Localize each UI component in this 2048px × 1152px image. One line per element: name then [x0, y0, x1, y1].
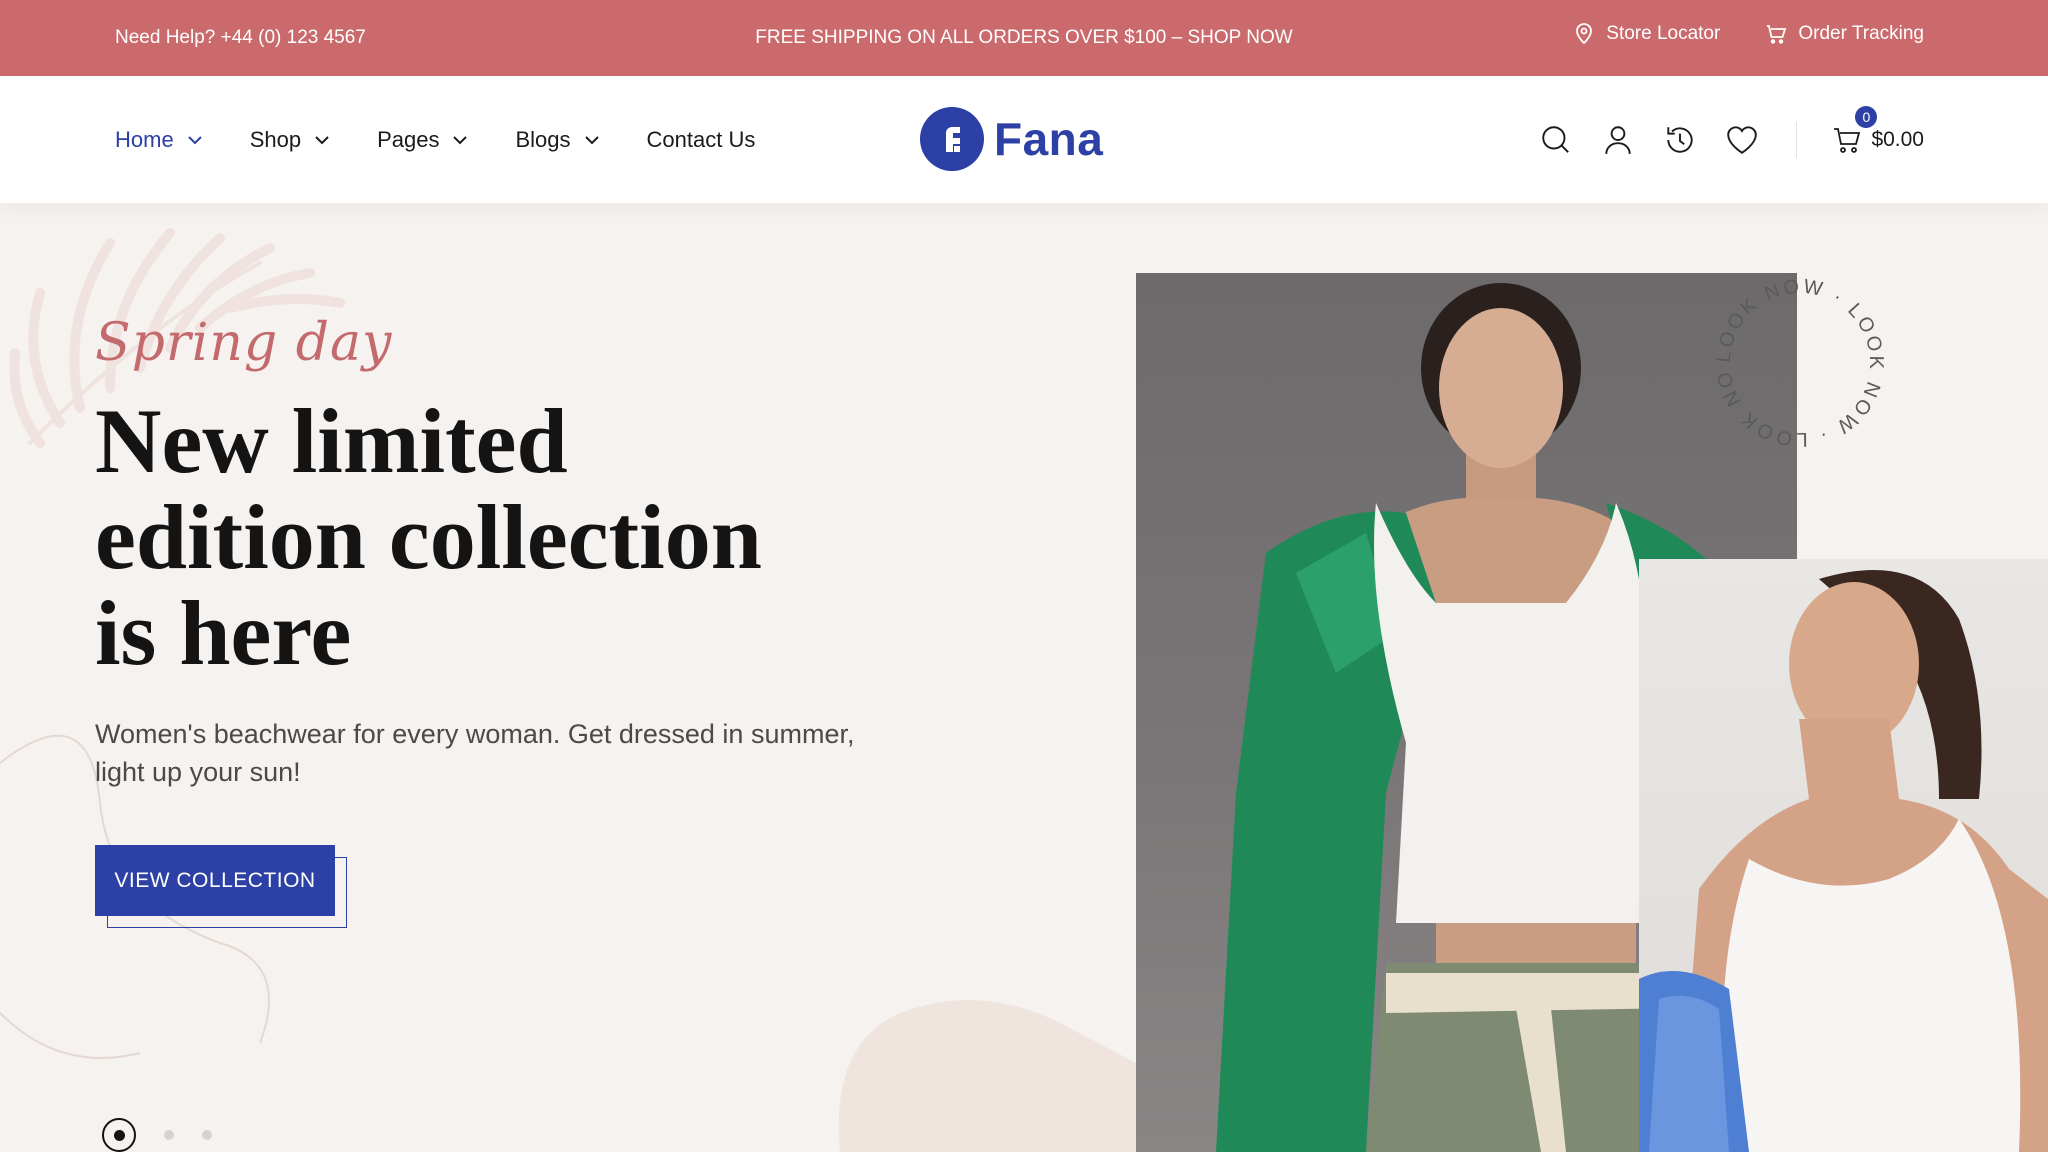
- slide-dot-2[interactable]: [164, 1130, 174, 1140]
- search-icon: [1542, 125, 1570, 153]
- location-pin-icon: [1576, 23, 1593, 45]
- slider-pagination: [102, 1118, 212, 1152]
- look-now-circular-text[interactable]: LOOK NOW · LOOK NOW · LOOK NOW ·: [1700, 263, 1900, 463]
- nav-blogs-label: Blogs: [515, 126, 571, 152]
- nav-pages-label: Pages: [377, 126, 440, 152]
- nav-contact-label: Contact Us: [646, 126, 756, 152]
- nav-blogs[interactable]: Blogs: [515, 127, 600, 153]
- headline-line-3: is here: [95, 582, 352, 684]
- header-divider: [1796, 121, 1798, 158]
- nav-shop[interactable]: Shop: [250, 127, 331, 153]
- nav-pages[interactable]: Pages: [377, 127, 469, 153]
- chevron-down-icon: [453, 135, 468, 144]
- cart-count-badge: 0: [1855, 105, 1878, 128]
- order-tracking-label: Order Tracking: [1798, 23, 1924, 44]
- chevron-down-icon: [315, 135, 329, 144]
- hero-slider: Spring day New limited edition collectio…: [0, 203, 2048, 1152]
- order-tracking-link[interactable]: Order Tracking: [1764, 22, 1924, 46]
- heart-icon: [1727, 125, 1758, 154]
- search-button[interactable]: [1538, 122, 1574, 158]
- cart-total: $0.00: [1871, 127, 1924, 151]
- chevron-down-icon: [584, 135, 599, 144]
- cart-icon: [1834, 127, 1861, 153]
- top-links: Store Locator Order Tracking: [1572, 22, 1924, 46]
- header-actions: 0 $0.00: [1512, 76, 1924, 203]
- site-logo[interactable]: Fana: [920, 107, 1103, 171]
- hero-headline: New limited edition collection is here: [95, 393, 855, 681]
- headline-line-2: edition collection: [95, 486, 762, 588]
- hero-script-tagline: Spring day: [95, 313, 393, 373]
- wishlist-button[interactable]: [1724, 122, 1760, 158]
- help-phone[interactable]: Need Help? +44 (0) 123 4567: [115, 27, 366, 49]
- account-button[interactable]: [1600, 122, 1636, 158]
- model-white-tank-illustration: [1639, 570, 2048, 1152]
- store-locator-label: Store Locator: [1606, 23, 1721, 44]
- cart-outline-icon: [1767, 25, 1787, 44]
- promo-link[interactable]: FREE SHIPPING ON ALL ORDERS OVER $100 – …: [755, 27, 1292, 48]
- recently-viewed-button[interactable]: [1662, 122, 1698, 158]
- main-nav: Home Shop Pages Blogs Contact Us: [115, 76, 755, 203]
- nav-contact-us[interactable]: Contact Us: [647, 127, 756, 153]
- hero-image-secondary: [1639, 559, 2048, 1152]
- user-icon: [1605, 125, 1632, 154]
- nav-home-label: Home: [115, 126, 174, 152]
- history-icon: [1667, 126, 1694, 153]
- slide-dot-3[interactable]: [202, 1130, 212, 1140]
- chevron-down-icon: [187, 135, 202, 144]
- hero-description: Women's beachwear for every woman. Get d…: [95, 719, 855, 787]
- svg-text:LOOK NOW · LOOK NOW · LOOK NOW: LOOK NOW · LOOK NOW · LOOK NOW ·: [1700, 263, 1887, 450]
- headline-line-1: New limited: [95, 390, 568, 492]
- store-locator-link[interactable]: Store Locator: [1572, 22, 1720, 46]
- slide-dot-1[interactable]: [102, 1118, 136, 1152]
- cart-button[interactable]: 0 $0.00: [1831, 105, 1924, 156]
- top-bar: Need Help? +44 (0) 123 4567 FREE SHIPPIN…: [0, 0, 2048, 76]
- nav-shop-label: Shop: [249, 126, 302, 152]
- circle-text-path: LOOK NOW · LOOK NOW · LOOK NOW ·: [1700, 263, 1884, 450]
- view-collection-button[interactable]: VIEW COLLECTION: [95, 845, 335, 916]
- logo-text: Fana: [994, 113, 1104, 165]
- cta-wrapper: VIEW COLLECTION: [95, 845, 347, 928]
- nav-home[interactable]: Home: [115, 127, 204, 153]
- logo-mark-icon: [920, 107, 984, 171]
- main-header: Home Shop Pages Blogs Contact Us Fana 0 …: [0, 76, 2048, 203]
